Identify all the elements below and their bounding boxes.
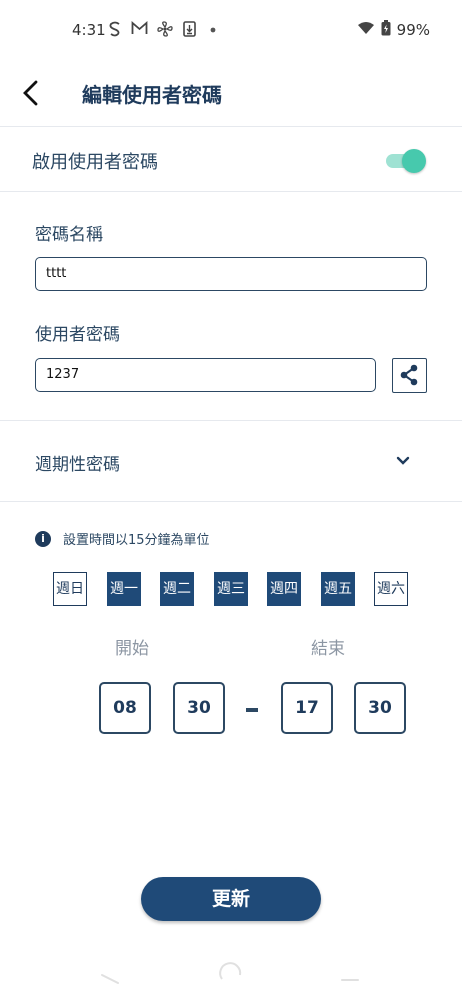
- wifi-icon: [357, 21, 375, 39]
- start-hour-box[interactable]: 08: [99, 682, 151, 734]
- end-hour-box[interactable]: 17: [281, 682, 333, 734]
- end-minute-box[interactable]: 30: [354, 682, 406, 734]
- page-title: 編輯使用者密碼: [82, 83, 222, 107]
- status-time: 4:31: [72, 21, 106, 39]
- enable-password-row: 啟用使用者密碼: [0, 127, 462, 192]
- share-icon: [400, 364, 418, 386]
- info-icon: i: [35, 530, 51, 547]
- enable-password-label: 啟用使用者密碼: [32, 152, 158, 173]
- weekday-2[interactable]: 週二: [160, 572, 194, 606]
- info-note: i 設置時間以15分鐘為單位: [35, 529, 210, 548]
- time-range-dash: [246, 708, 258, 712]
- system-nav-bar: [0, 955, 462, 1000]
- share-button[interactable]: [392, 358, 427, 393]
- start-minute-box[interactable]: 30: [173, 682, 225, 734]
- toggle-knob: [402, 149, 426, 173]
- back-button[interactable]: [20, 80, 44, 106]
- weekday-3[interactable]: 週三: [214, 572, 248, 606]
- update-button[interactable]: 更新: [141, 877, 321, 921]
- weekday-6[interactable]: 週六: [374, 572, 408, 606]
- weekday-4[interactable]: 週四: [267, 572, 301, 606]
- status-right: 99%: [357, 20, 430, 40]
- info-text: 設置時間以15分鐘為單位: [63, 533, 210, 548]
- dot-icon: [210, 22, 216, 40]
- fan-icon: [157, 21, 173, 41]
- weekday-5[interactable]: 週五: [321, 572, 355, 606]
- start-label: 開始: [115, 639, 149, 659]
- user-password-label: 使用者密碼: [35, 325, 120, 345]
- gmail-icon: [131, 21, 148, 39]
- chevron-left-icon: [23, 80, 38, 106]
- user-password-input[interactable]: 1237: [35, 358, 376, 392]
- s-icon: [108, 21, 122, 41]
- download-icon: [183, 21, 196, 41]
- divider: [0, 501, 462, 502]
- app-bar: 編輯使用者密碼: [0, 60, 462, 127]
- end-label: 結束: [311, 639, 345, 659]
- weekday-1[interactable]: 週一: [107, 572, 141, 606]
- enable-password-toggle[interactable]: [384, 149, 426, 173]
- weekday-0[interactable]: 週日: [53, 572, 87, 606]
- weekday-selector: 週日 週一 週二 週三 週四 週五 週六: [53, 572, 413, 606]
- periodic-password-label: 週期性密碼: [35, 455, 120, 475]
- battery-percent: 99%: [396, 21, 430, 39]
- password-name-input[interactable]: tttt: [35, 257, 427, 291]
- nav-gesture-icon: [101, 962, 359, 984]
- battery-icon: [381, 20, 391, 40]
- periodic-password-row[interactable]: 週期性密碼: [0, 421, 462, 501]
- chevron-down-icon[interactable]: [394, 454, 412, 468]
- status-bar: 4:31 99%: [0, 0, 462, 60]
- password-name-label: 密碼名稱: [35, 225, 103, 245]
